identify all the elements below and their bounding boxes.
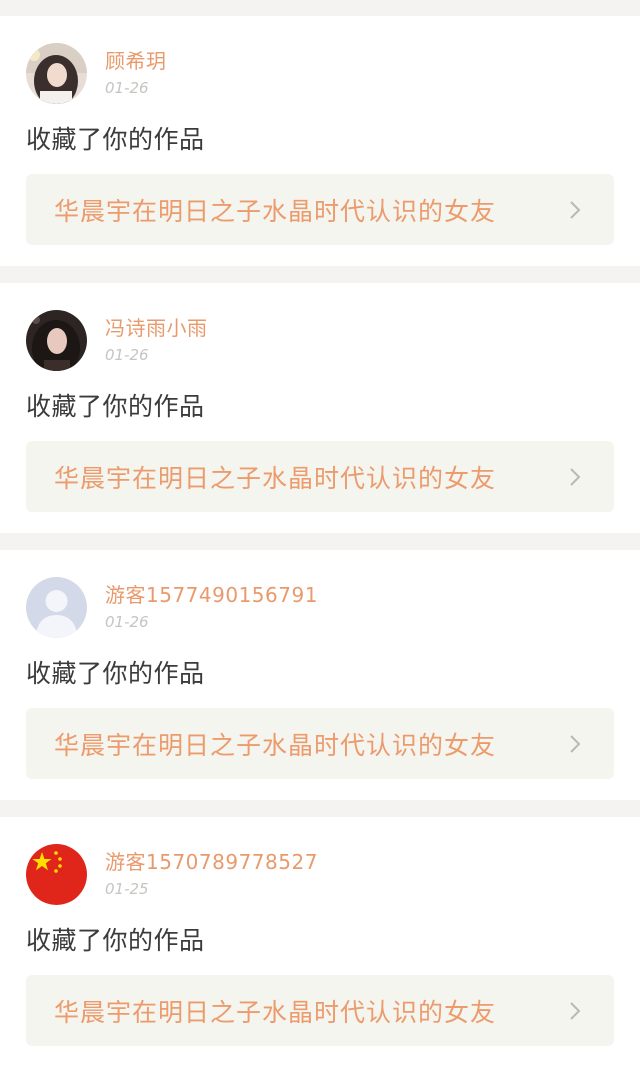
work-title[interactable]: 华晨宇在明日之子水晶时代认识的女友 [54, 993, 496, 1029]
chevron-right-icon [564, 466, 586, 488]
user-avatar[interactable] [26, 844, 87, 905]
notification-card: 游客1570789778527 01-25 收藏了你的作品 华晨宇在明日之子水晶… [0, 817, 640, 1065]
user-avatar[interactable] [26, 577, 87, 638]
notification-card: 游客1577490156791 01-26 收藏了你的作品 华晨宇在明日之子水晶… [0, 550, 640, 800]
work-link[interactable]: 华晨宇在明日之子水晶时代认识的女友 [26, 708, 614, 779]
notification-date: 01-25 [105, 880, 149, 898]
notification-date: 01-26 [105, 79, 149, 97]
username[interactable]: 游客1570789778527 [105, 848, 318, 876]
girl-photo-avatar-icon [26, 310, 87, 371]
chevron-right-icon [564, 733, 586, 755]
action-text: 收藏了你的作品 [26, 125, 205, 154]
default-user-avatar-icon [26, 577, 87, 638]
notification-feed: 顾希玥 01-26 收藏了你的作品 华晨宇在明日之子水晶时代认识的女友 冯诗雨小… [0, 0, 640, 1065]
notification-header: 冯诗雨小雨 01-26 [26, 310, 614, 372]
work-link[interactable]: 华晨宇在明日之子水晶时代认识的女友 [26, 975, 614, 1046]
username[interactable]: 顾希玥 [105, 47, 167, 75]
notification-date: 01-26 [105, 346, 149, 364]
username[interactable]: 游客1577490156791 [105, 581, 318, 609]
work-title[interactable]: 华晨宇在明日之子水晶时代认识的女友 [54, 459, 496, 495]
username[interactable]: 冯诗雨小雨 [105, 314, 208, 342]
notification-header: 游客1577490156791 01-26 [26, 577, 614, 639]
notification-date: 01-26 [105, 613, 149, 631]
work-link[interactable]: 华晨宇在明日之子水晶时代认识的女友 [26, 441, 614, 512]
action-text: 收藏了你的作品 [26, 392, 205, 421]
notification-card: 冯诗雨小雨 01-26 收藏了你的作品 华晨宇在明日之子水晶时代认识的女友 [0, 283, 640, 533]
notification-header: 顾希玥 01-26 [26, 43, 614, 105]
chevron-right-icon [564, 1000, 586, 1022]
notification-card: 顾希玥 01-26 收藏了你的作品 华晨宇在明日之子水晶时代认识的女友 [0, 16, 640, 266]
work-title[interactable]: 华晨宇在明日之子水晶时代认识的女友 [54, 192, 496, 228]
china-flag-avatar-icon [26, 844, 87, 905]
girl-photo-avatar-icon [26, 43, 87, 104]
work-title[interactable]: 华晨宇在明日之子水晶时代认识的女友 [54, 726, 496, 762]
user-avatar[interactable] [26, 43, 87, 104]
user-avatar[interactable] [26, 310, 87, 371]
action-text: 收藏了你的作品 [26, 926, 205, 955]
notification-header: 游客1570789778527 01-25 [26, 844, 614, 906]
action-text: 收藏了你的作品 [26, 659, 205, 688]
chevron-right-icon [564, 199, 586, 221]
work-link[interactable]: 华晨宇在明日之子水晶时代认识的女友 [26, 174, 614, 245]
